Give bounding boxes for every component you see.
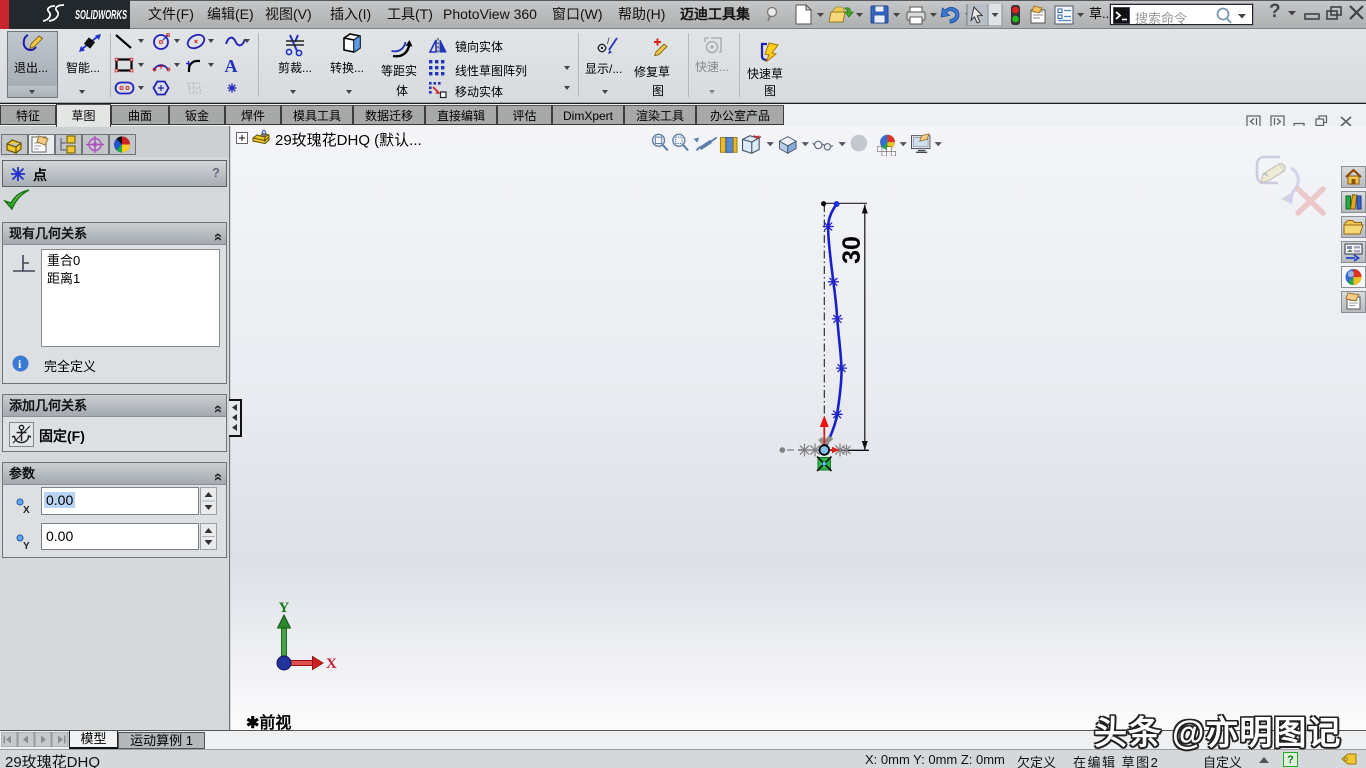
svg-text:SOLIDWORKS: SOLIDWORKS	[75, 7, 127, 22]
svg-text:X: X	[326, 656, 337, 672]
svg-text:A: A	[225, 56, 238, 76]
svg-text:/: /	[607, 36, 610, 46]
svg-text:Y: Y	[23, 541, 30, 551]
svg-text:30: 30	[838, 236, 866, 264]
svg-text:X: X	[23, 505, 30, 515]
svg-text:Y: Y	[279, 600, 290, 616]
